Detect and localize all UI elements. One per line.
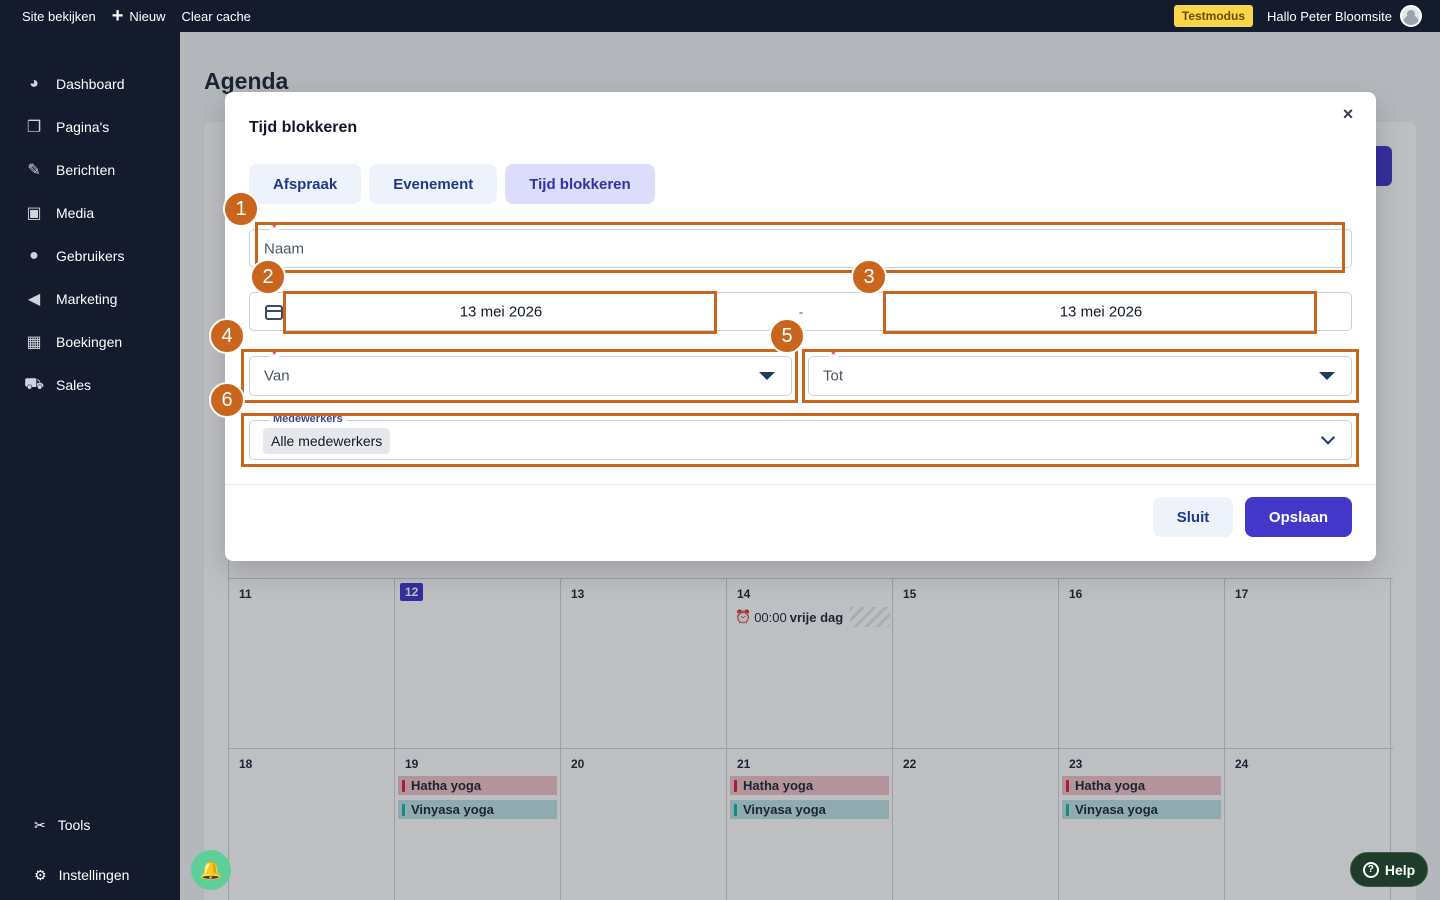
sidebar-item-label: Marketing bbox=[56, 290, 118, 307]
clear-cache-link[interactable]: Clear cache bbox=[174, 0, 259, 32]
sidebar-item-posts[interactable]: ✎ Berichten bbox=[0, 148, 180, 191]
help-button[interactable]: ? Help bbox=[1350, 852, 1428, 887]
sidebar-item-label: Sales bbox=[56, 376, 92, 393]
plus-icon: + bbox=[111, 5, 124, 27]
clear-cache-label: Clear cache bbox=[181, 8, 251, 24]
tab-event[interactable]: Evenement bbox=[369, 164, 498, 204]
annotation-box-staff bbox=[241, 413, 1359, 467]
calendar-icon: ▦ bbox=[26, 333, 42, 351]
sidebar-item-label: Media bbox=[56, 204, 95, 221]
sidebar-item-label: Berichten bbox=[56, 161, 116, 178]
pin-icon: ✎ bbox=[27, 161, 41, 179]
annotation-badge: 1 bbox=[223, 191, 259, 227]
save-button[interactable]: Opslaan bbox=[1245, 497, 1352, 537]
sidebar-item-dashboard[interactable]: ◕ Dashboard bbox=[0, 62, 180, 105]
sidebar-item-marketing[interactable]: ◀ Marketing bbox=[0, 277, 180, 320]
sidebar-item-sales[interactable]: ⛟ Sales bbox=[0, 363, 180, 406]
sidebar-item-settings[interactable]: ⚙ Instellingen bbox=[0, 850, 180, 900]
sidebar-item-label: Pagina's bbox=[56, 118, 110, 135]
sidebar-item-tools[interactable]: ✂ Tools bbox=[0, 800, 180, 850]
dialog-tabs: Afspraak Evenement Tijd blokkeren bbox=[249, 164, 655, 204]
annotation-badge: 5 bbox=[769, 318, 805, 354]
close-button[interactable]: Sluit bbox=[1153, 497, 1233, 537]
annotation-box-start-date bbox=[283, 291, 717, 334]
dialog-title: Tijd blokkeren bbox=[249, 119, 358, 136]
dashboard-icon: ◕ bbox=[29, 74, 39, 92]
new-link[interactable]: + Nieuw bbox=[104, 0, 174, 32]
sidebar-item-pages[interactable]: ❐ Pagina's bbox=[0, 105, 180, 148]
sidebar-item-label: Instellingen bbox=[58, 867, 130, 883]
annotation-badge: 3 bbox=[851, 259, 887, 295]
megaphone-icon: ◀ bbox=[27, 290, 41, 308]
calendar-icon bbox=[265, 305, 283, 320]
tab-appointment[interactable]: Afspraak bbox=[249, 164, 362, 204]
sidebar-item-label: Boekingen bbox=[56, 333, 123, 350]
account-menu[interactable]: Hallo Peter Bloomsite bbox=[1267, 5, 1440, 27]
annotation-box-to bbox=[802, 349, 1359, 403]
greeting-text: Hallo Peter Bloomsite bbox=[1267, 8, 1392, 24]
wrench-icon: ✂ bbox=[34, 816, 46, 833]
sidebar-item-users[interactable]: ● Gebruikers bbox=[0, 234, 180, 277]
sidebar-item-media[interactable]: ▣ Media bbox=[0, 191, 180, 234]
new-label: Nieuw bbox=[129, 8, 166, 24]
annotation-badge: 6 bbox=[209, 382, 245, 418]
cart-icon: ⛟ bbox=[23, 375, 45, 393]
avatar bbox=[1400, 5, 1422, 27]
sidebar-item-label: Gebruikers bbox=[56, 247, 125, 264]
sidebar: ◕ Dashboard ❐ Pagina's ✎ Berichten ▣ Media ●… bbox=[0, 32, 180, 900]
annotation-box-from bbox=[241, 349, 798, 403]
user-icon: ● bbox=[29, 246, 39, 264]
pages-icon: ❐ bbox=[26, 118, 42, 136]
sidebar-item-bookings[interactable]: ▦ Boekingen bbox=[0, 320, 180, 363]
annotation-badge: 2 bbox=[250, 259, 286, 295]
annotation-box-end-date bbox=[883, 291, 1317, 334]
date-separator: - bbox=[798, 304, 804, 319]
annotation-box-name bbox=[255, 222, 1345, 273]
media-icon: ▣ bbox=[26, 204, 42, 222]
close-icon[interactable]: × bbox=[1336, 102, 1360, 126]
sidebar-item-label: Dashboard bbox=[56, 75, 125, 92]
tab-block-time[interactable]: Tijd blokkeren bbox=[505, 164, 655, 204]
sidebar-item-label: Tools bbox=[57, 817, 91, 833]
question-icon: ? bbox=[1362, 861, 1379, 878]
view-site-label: Site bekijken bbox=[22, 8, 96, 24]
view-site-link[interactable]: Site bekijken bbox=[0, 0, 104, 32]
test-mode-badge: Testmodus bbox=[1173, 5, 1253, 27]
admin-bar: Site bekijken + Nieuw Clear cache Testmod… bbox=[0, 0, 1440, 32]
annotation-badge: 4 bbox=[209, 318, 245, 354]
footer-divider bbox=[225, 484, 1376, 485]
help-label: Help bbox=[1384, 861, 1416, 878]
gear-icon: ⚙ bbox=[34, 866, 47, 883]
notification-bell-icon[interactable]: 🔔 bbox=[191, 850, 231, 890]
